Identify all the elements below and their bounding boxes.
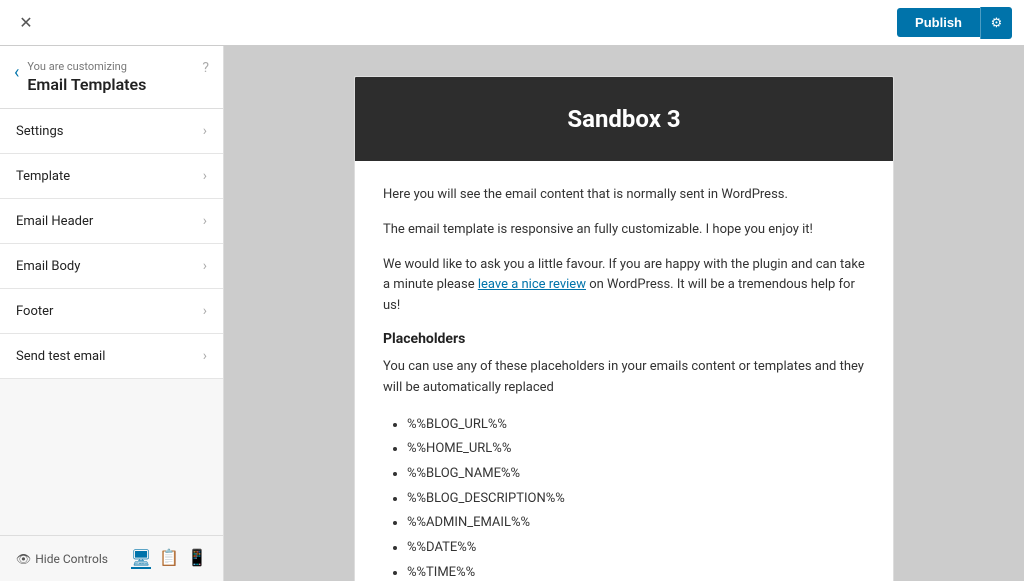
customizing-title: Email Templates	[27, 75, 194, 94]
publish-group: Publish ⚙	[897, 7, 1012, 39]
chevron-icon: ›	[203, 303, 207, 319]
email-header-title: Sandbox 3	[375, 105, 873, 133]
close-button[interactable]: ✕	[12, 9, 40, 37]
list-item: %%BLOG_DESCRIPTION%%	[407, 487, 865, 512]
back-button[interactable]: ‹	[14, 62, 19, 83]
sidebar-header: ‹ You are customizing Email Templates ?	[0, 46, 223, 109]
tablet-icon[interactable]: 📋	[159, 548, 179, 569]
list-item: %%DATE%%	[407, 536, 865, 561]
email-preview: Sandbox 3 Here you will see the email co…	[354, 76, 894, 581]
sidebar-footer: 👁 Hide Controls 🖥 📋 📱	[0, 535, 223, 581]
sidebar-item-send-test-email[interactable]: Send test email›	[0, 334, 223, 379]
settings-button[interactable]: ⚙	[980, 7, 1012, 39]
leave-review-link[interactable]: leave a nice review	[478, 277, 586, 292]
top-bar: ✕ Publish ⚙	[0, 0, 1024, 46]
desktop-icon[interactable]: 🖥	[131, 548, 151, 569]
customizing-label: You are customizing	[27, 60, 194, 73]
publish-button[interactable]: Publish	[897, 8, 980, 37]
list-item: %%BLOG_NAME%%	[407, 462, 865, 487]
mobile-icon[interactable]: 📱	[187, 548, 207, 569]
list-item: %%HOME_URL%%	[407, 437, 865, 462]
hide-controls-label: Hide Controls	[35, 552, 108, 566]
chevron-icon: ›	[203, 348, 207, 364]
sidebar-item-email-body[interactable]: Email Body›	[0, 244, 223, 289]
email-header-block: Sandbox 3	[355, 77, 893, 161]
list-item: %%TIME%%	[407, 561, 865, 581]
chevron-icon: ›	[203, 258, 207, 274]
sidebar-nav: Settings›Template›Email Header›Email Bod…	[0, 109, 223, 535]
sidebar-item-email-header[interactable]: Email Header›	[0, 199, 223, 244]
chevron-icon: ›	[203, 123, 207, 139]
list-item: %%BLOG_URL%%	[407, 413, 865, 438]
placeholders-intro: You can use any of these placeholders in…	[383, 357, 865, 399]
placeholders-heading: Placeholders	[383, 331, 865, 347]
help-icon[interactable]: ?	[202, 60, 209, 76]
list-item: %%ADMIN_EMAIL%%	[407, 511, 865, 536]
placeholder-list: %%BLOG_URL%%%%HOME_URL%%%%BLOG_NAME%%%%B…	[383, 413, 865, 581]
sidebar-item-settings[interactable]: Settings›	[0, 109, 223, 154]
sidebar-item-template[interactable]: Template›	[0, 154, 223, 199]
eye-icon: 👁	[16, 552, 31, 566]
device-icons: 🖥 📋 📱	[131, 548, 207, 569]
hide-controls-button[interactable]: 👁 Hide Controls	[16, 552, 108, 566]
sidebar: ‹ You are customizing Email Templates ? …	[0, 46, 224, 581]
content-area: Sandbox 3 Here you will see the email co…	[224, 46, 1024, 581]
main-layout: ‹ You are customizing Email Templates ? …	[0, 46, 1024, 581]
email-body-block: Here you will see the email content that…	[355, 161, 893, 581]
sidebar-header-text: You are customizing Email Templates	[27, 60, 194, 94]
email-para-1: Here you will see the email content that…	[383, 185, 865, 206]
chevron-icon: ›	[203, 168, 207, 184]
email-para-2: The email template is responsive an full…	[383, 220, 865, 241]
email-para-3: We would like to ask you a little favour…	[383, 255, 865, 317]
sidebar-item-footer[interactable]: Footer›	[0, 289, 223, 334]
chevron-icon: ›	[203, 213, 207, 229]
